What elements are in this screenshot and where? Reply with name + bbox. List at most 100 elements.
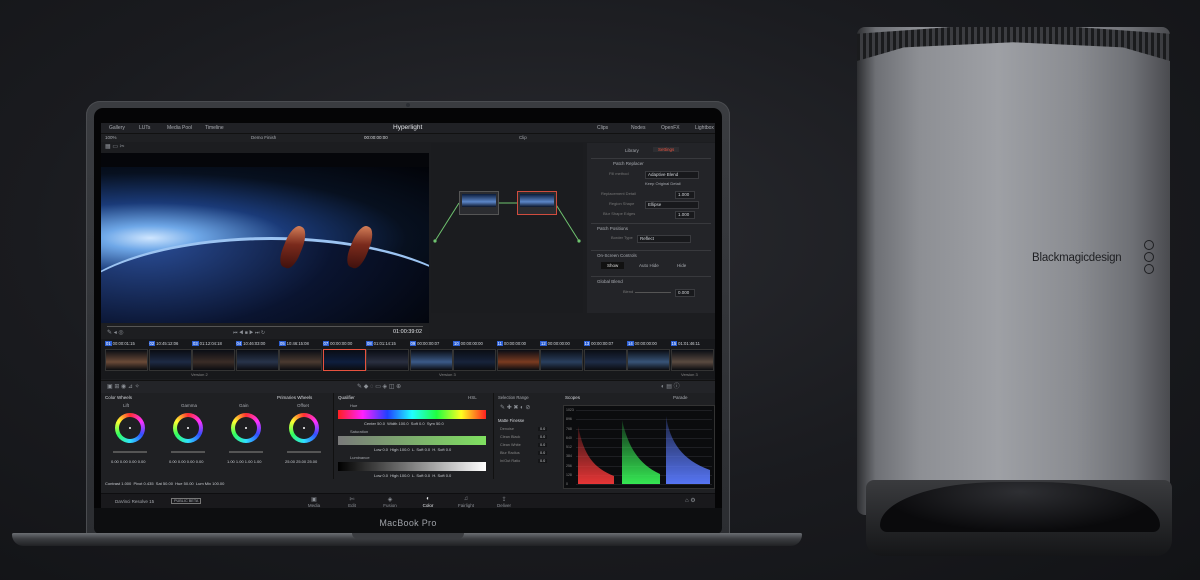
matte-row-value[interactable]: 0.0 bbox=[538, 443, 548, 447]
master-wheel-slider[interactable] bbox=[287, 451, 321, 453]
scrubber[interactable] bbox=[107, 326, 423, 327]
qualifier-mode[interactable]: HSL bbox=[468, 395, 477, 400]
viewer-options-icon[interactable]: ✎ ◂ ◎ bbox=[107, 330, 124, 336]
tab-nodes[interactable]: Nodes bbox=[631, 125, 645, 131]
clip-thumbnail[interactable] bbox=[366, 349, 409, 371]
page-tab-deliver[interactable]: ⇪ Deliver bbox=[489, 496, 519, 508]
matte-row-value[interactable]: 0.0 bbox=[538, 459, 548, 463]
on-screen-controls-header[interactable]: On-Screen Controls bbox=[591, 250, 711, 260]
sat-low-value[interactable]: 0.0 bbox=[382, 447, 388, 452]
replacement-detail-field[interactable]: 1.000 bbox=[675, 191, 695, 199]
clip-mode-label[interactable]: Clip bbox=[519, 135, 527, 140]
page-tab-color[interactable]: ◐ Color bbox=[413, 496, 443, 508]
color-wheel[interactable] bbox=[115, 413, 145, 443]
color-wheel[interactable] bbox=[231, 413, 261, 443]
hue-value[interactable]: 50.00 bbox=[184, 481, 194, 486]
color-wheel[interactable] bbox=[289, 413, 319, 443]
lummix-value[interactable]: 100.00 bbox=[212, 481, 224, 486]
soft-value[interactable]: 0.0 bbox=[419, 421, 425, 426]
matte-row-value[interactable]: 0.0 bbox=[538, 451, 548, 455]
effect-header[interactable]: Patch Replacer bbox=[591, 158, 711, 168]
clip-thumbnail[interactable] bbox=[583, 349, 627, 371]
pivot-value[interactable]: 0.435 bbox=[144, 481, 154, 486]
global-blend-header[interactable]: Global Blend bbox=[591, 276, 711, 286]
page-tab-edit[interactable]: ✄ Edit bbox=[337, 496, 367, 508]
clip-thumbnail[interactable] bbox=[409, 349, 453, 371]
picker-icons[interactable]: ✎ ✚ ✖ ◐ ⊘ bbox=[500, 405, 530, 411]
tab-media-pool[interactable]: Media Pool bbox=[167, 125, 192, 131]
master-wheel-slider[interactable] bbox=[171, 451, 205, 453]
region-shape-select[interactable]: Ellipse bbox=[645, 201, 699, 209]
sym-value[interactable]: 50.0 bbox=[436, 421, 444, 426]
page-tab-fairlight[interactable]: ♫ Fairlight bbox=[451, 496, 481, 508]
primaries-wheels-label[interactable]: Primaries Wheels bbox=[277, 395, 312, 400]
border-type-select[interactable]: Reflect bbox=[637, 235, 691, 243]
clip-thumbnail[interactable] bbox=[627, 349, 670, 371]
clip-thumbnail[interactable] bbox=[540, 349, 583, 371]
sat-lsoft-value[interactable]: 0.0 bbox=[425, 447, 431, 452]
page-tab-fusion[interactable]: ◈ Fusion bbox=[375, 496, 405, 508]
tab-library[interactable]: Library bbox=[625, 148, 639, 153]
viewer-tools-icon[interactable]: ▦ ▭ ✂ bbox=[105, 144, 125, 150]
blend-field[interactable]: 0.000 bbox=[675, 289, 695, 297]
osc-show-button[interactable]: Show bbox=[601, 262, 625, 269]
tab-gallery[interactable]: Gallery bbox=[109, 125, 125, 131]
master-wheel-slider[interactable] bbox=[229, 451, 263, 453]
matte-row-value[interactable]: 0.0 bbox=[538, 435, 548, 439]
tab-timeline[interactable]: Timeline bbox=[205, 125, 224, 131]
timeline-name[interactable]: Demo Finish bbox=[251, 135, 276, 140]
node-01[interactable] bbox=[459, 191, 499, 215]
sat-value[interactable]: 50.00 bbox=[163, 481, 173, 486]
palette-center-icons[interactable]: ✎ ◆ ◌ ▭ ◈ ◫ ⊕ bbox=[357, 384, 401, 390]
palette-right-icons[interactable]: ◐ ▤ ⓘ bbox=[661, 384, 680, 390]
zoom-level[interactable]: 100% bbox=[105, 135, 117, 140]
node-graph[interactable] bbox=[431, 143, 583, 313]
viewer[interactable] bbox=[101, 153, 429, 323]
blur-shape-field[interactable]: 1.000 bbox=[675, 211, 695, 219]
blend-slider[interactable] bbox=[635, 292, 671, 293]
luminance-bar[interactable] bbox=[338, 462, 486, 471]
center-value[interactable]: 50.0 bbox=[377, 421, 385, 426]
clip-thumbnail[interactable] bbox=[279, 349, 322, 371]
color-wheel[interactable] bbox=[173, 413, 203, 443]
tab-openfx[interactable]: OpenFX bbox=[661, 125, 680, 131]
patch-positions-header[interactable]: Patch Positions bbox=[591, 223, 711, 233]
clip-thumbnail[interactable] bbox=[235, 349, 279, 371]
scopes-type-select[interactable]: Parade bbox=[673, 395, 688, 400]
tab-luts[interactable]: LUTs bbox=[139, 125, 150, 131]
fill-method-select[interactable]: Adaptive Blend bbox=[645, 171, 699, 179]
sat-hsoft-value[interactable]: 0.0 bbox=[446, 447, 452, 452]
clip-thumbnail[interactable] bbox=[192, 349, 235, 371]
clip-thumbnail[interactable] bbox=[496, 349, 540, 371]
home-and-settings-icons[interactable]: ⌂ ⚙ bbox=[685, 498, 696, 504]
tab-lightbox[interactable]: Lightbox bbox=[695, 125, 714, 131]
tab-clips[interactable]: Clips bbox=[597, 125, 608, 131]
lum-high-value[interactable]: 100.0 bbox=[400, 473, 410, 478]
matte-row-value[interactable]: 0.0 bbox=[538, 427, 548, 431]
lum-lsoft-value[interactable]: 0.0 bbox=[425, 473, 431, 478]
sat-high-value[interactable]: 100.0 bbox=[400, 447, 410, 452]
node-02[interactable] bbox=[517, 191, 557, 215]
lum-low-value[interactable]: 0.0 bbox=[382, 473, 388, 478]
keep-original-checkbox[interactable]: Keep Original Detail bbox=[645, 181, 681, 186]
wheel-values[interactable]: 1.00 1.00 1.00 1.00 bbox=[227, 459, 261, 464]
wheel-values[interactable]: 0.00 0.00 0.00 0.00 bbox=[169, 459, 203, 464]
wheel-values[interactable]: 25.00 25.00 25.00 bbox=[285, 459, 317, 464]
saturation-bar[interactable] bbox=[338, 436, 486, 445]
osc-hide-button[interactable]: Hide bbox=[677, 263, 686, 268]
hue-bar[interactable] bbox=[338, 410, 486, 419]
clip-thumbnail[interactable] bbox=[670, 349, 714, 371]
clip-thumbnail[interactable] bbox=[148, 349, 192, 371]
osc-autohide-button[interactable]: Auto Hide bbox=[639, 263, 659, 268]
lum-hsoft-value[interactable]: 0.0 bbox=[446, 473, 452, 478]
page-tab-media[interactable]: ▣ Media bbox=[299, 496, 329, 508]
palette-left-icons[interactable]: ▣ ⊞ ◉ ⊿ ✧ bbox=[107, 384, 140, 390]
clip-thumbnail[interactable] bbox=[322, 349, 366, 371]
tab-settings[interactable]: Settings bbox=[653, 147, 680, 152]
playback-controls[interactable]: ⏮ ◀ ■ ▶ ⏭ ↻ bbox=[233, 330, 265, 336]
contrast-value[interactable]: 1.000 bbox=[121, 481, 131, 486]
clip-thumbnail[interactable] bbox=[453, 349, 496, 371]
width-value[interactable]: 100.0 bbox=[399, 421, 409, 426]
wheel-values[interactable]: 0.00 0.00 0.00 0.00 bbox=[111, 459, 145, 464]
master-wheel-slider[interactable] bbox=[113, 451, 147, 453]
